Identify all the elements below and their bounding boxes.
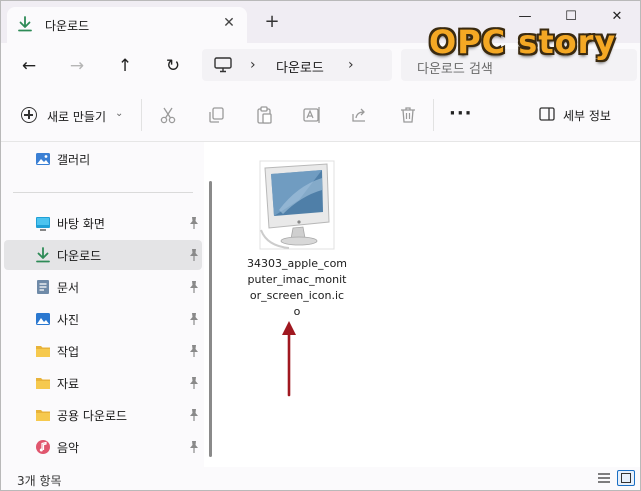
details-pane-icon: [539, 107, 555, 121]
navigation-pane: 갤러리 바탕 화면 다운로드 문서 사진 작업 자료 공용 다운로드 음악: [1, 142, 204, 467]
file-list: 34303_apple_computer_imac_monitor_screen…: [219, 142, 640, 467]
folder-icon: [36, 378, 50, 389]
sidebar-item-desktop[interactable]: 바탕 화면: [4, 208, 202, 238]
copy-icon[interactable]: [206, 105, 226, 125]
sidebar-item-public-downloads[interactable]: 공용 다운로드: [4, 400, 202, 430]
tab-downloads[interactable]: 다운로드 ✕: [7, 7, 247, 43]
item-count: 3개 항목: [17, 474, 62, 488]
details-pane-label: 세부 정보: [563, 109, 611, 123]
tab-title: 다운로드: [45, 19, 90, 33]
paste-icon[interactable]: [254, 105, 274, 125]
pin-icon[interactable]: [188, 440, 200, 454]
download-icon: [18, 16, 32, 32]
share-icon[interactable]: [350, 105, 370, 125]
desktop-icon: [36, 217, 50, 231]
add-circle-icon: [21, 107, 37, 123]
chevron-down-icon: ⌄: [115, 108, 124, 119]
divider: [433, 99, 434, 131]
details-view-icon[interactable]: [595, 470, 613, 486]
sidebar-item-label: 작업: [57, 345, 80, 359]
back-button[interactable]: ←: [17, 55, 41, 77]
computer-icon: [214, 57, 232, 73]
large-icons-view-button[interactable]: [617, 470, 635, 486]
cut-icon[interactable]: [158, 105, 178, 125]
red-annotation-arrow: [282, 321, 296, 397]
music-icon: [36, 440, 50, 454]
sidebar-item-gallery[interactable]: 갤러리: [4, 144, 202, 174]
pin-icon[interactable]: [188, 312, 200, 326]
watermark-logo: OPC story: [429, 23, 617, 61]
delete-icon[interactable]: [398, 105, 418, 125]
sidebar-item-label: 자료: [57, 377, 80, 391]
pin-icon[interactable]: [188, 280, 200, 294]
breadcrumb-downloads[interactable]: 다운로드: [276, 57, 324, 76]
file-explorer-window: 다운로드 ✕ + — ☐ ✕ ← → ↑ ↻ › 다운로드 › 다운로드 검색 …: [0, 0, 641, 491]
sidebar-item-music[interactable]: 음악: [4, 432, 202, 462]
pin-icon[interactable]: [188, 248, 200, 262]
sidebar-item-label: 바탕 화면: [57, 217, 105, 231]
sidebar-item-work[interactable]: 작업: [4, 336, 202, 366]
sidebar-item-label: 문서: [57, 281, 80, 295]
status-bar: 3개 항목: [1, 467, 640, 490]
sidebar-item-materials[interactable]: 자료: [4, 368, 202, 398]
thumbnail-view-icon: [621, 473, 631, 483]
pin-icon[interactable]: [188, 216, 200, 230]
file-name: 34303_apple_computer_imac_monitor_screen…: [247, 257, 348, 318]
folder-icon: [36, 346, 50, 357]
breadcrumb-separator[interactable]: ›: [348, 57, 354, 73]
sidebar-item-pictures[interactable]: 사진: [4, 304, 202, 334]
documents-icon: [37, 280, 49, 294]
new-tab-button[interactable]: +: [263, 13, 281, 31]
rename-icon[interactable]: [302, 105, 322, 125]
sidebar-scrollbar[interactable]: [209, 181, 212, 457]
sidebar-item-label: 다운로드: [57, 249, 102, 263]
sidebar-item-label: 공용 다운로드: [57, 409, 128, 423]
sidebar-item-documents[interactable]: 문서: [4, 272, 202, 302]
up-button[interactable]: ↑: [113, 55, 137, 77]
sidebar-item-label: 사진: [57, 313, 80, 327]
breadcrumb-separator[interactable]: ›: [250, 57, 256, 73]
pictures-icon: [36, 313, 50, 325]
download-icon: [36, 247, 50, 263]
sidebar-item-label: 갤러리: [57, 153, 91, 167]
sidebar-item-downloads[interactable]: 다운로드: [4, 240, 202, 270]
command-bar: 새로 만들기 ⌄ ··· 세부 정보: [1, 89, 640, 142]
refresh-button[interactable]: ↻: [161, 55, 185, 77]
sidebar-item-label: 음악: [57, 441, 80, 455]
file-item[interactable]: 34303_apple_computer_imac_monitor_screen…: [247, 156, 347, 318]
more-options-button[interactable]: ···: [449, 103, 473, 124]
folder-icon: [36, 410, 50, 421]
divider: [141, 99, 142, 131]
address-bar[interactable]: › 다운로드 ›: [202, 49, 392, 81]
tab-close-button[interactable]: ✕: [221, 15, 237, 31]
pin-icon[interactable]: [188, 408, 200, 422]
pin-icon[interactable]: [188, 344, 200, 358]
pin-icon[interactable]: [188, 376, 200, 390]
new-button-label: 새로 만들기: [47, 110, 107, 124]
forward-button[interactable]: →: [65, 55, 89, 77]
imac-monitor-icon: [259, 160, 335, 250]
gallery-icon: [36, 153, 50, 165]
sidebar-divider: [13, 192, 193, 193]
